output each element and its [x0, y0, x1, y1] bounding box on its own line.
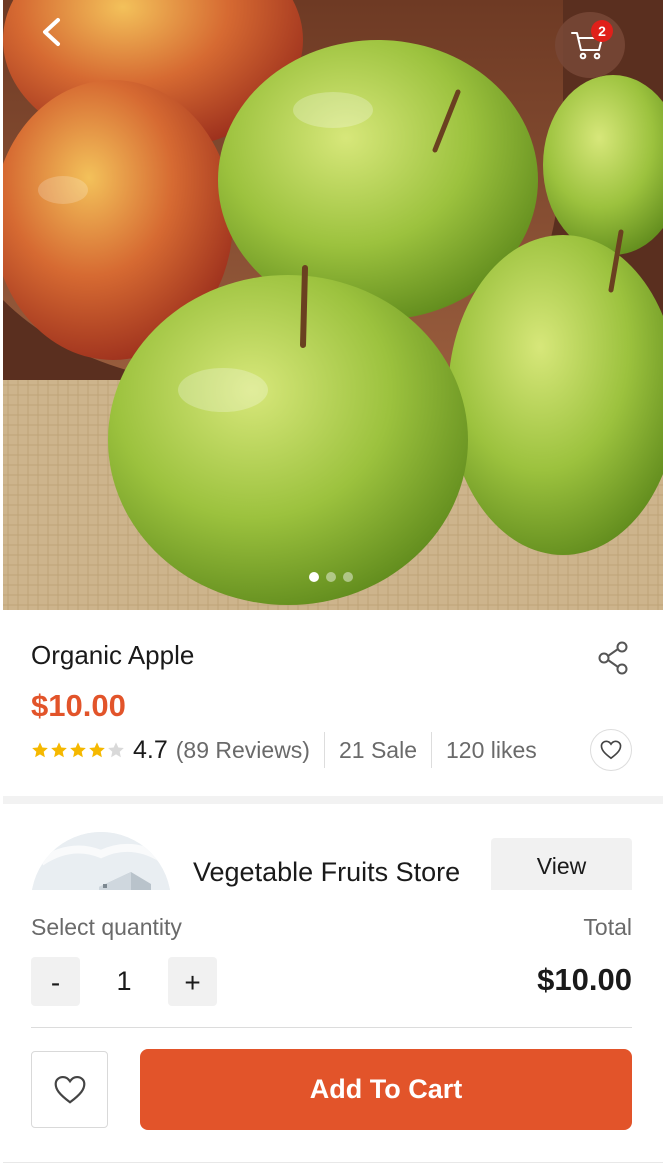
product-image-gallery[interactable]: 2 — [3, 0, 663, 610]
carousel-dot[interactable] — [343, 572, 353, 582]
quantity-value: 1 — [116, 966, 132, 996]
rating-value: 4.7 — [133, 735, 168, 764]
bottom-edge — [3, 1162, 663, 1163]
share-icon — [598, 641, 628, 675]
divider — [31, 1027, 632, 1028]
view-store-button[interactable]: View — [491, 838, 632, 890]
carousel-indicator — [309, 572, 353, 582]
heart-icon — [600, 740, 622, 760]
star-empty-icon — [108, 742, 124, 758]
carousel-dot[interactable] — [326, 572, 336, 582]
add-to-cart-button[interactable]: Add To Cart — [140, 1049, 632, 1130]
total-label: Total — [583, 914, 632, 940]
increase-quantity-button[interactable]: + — [168, 957, 217, 1006]
likes-count: 120 likes — [446, 736, 537, 763]
product-meta: 4.7 (89 Reviews) 21 Sale 120 likes — [31, 732, 537, 768]
quantity-label: Select quantity — [31, 914, 182, 940]
reviews-link[interactable]: (89 Reviews) — [176, 737, 310, 764]
chevron-left-icon — [43, 18, 60, 46]
product-title: Organic Apple — [31, 640, 195, 670]
store-name[interactable]: Vegetable Fruits Store — [193, 857, 460, 888]
decrease-quantity-button[interactable]: - — [31, 957, 80, 1006]
store-building-image — [31, 832, 171, 890]
heart-icon — [54, 1075, 85, 1104]
product-price: $10.00 — [31, 688, 126, 723]
star-filled-icon — [51, 742, 67, 758]
cart-count-badge: 2 — [591, 20, 613, 42]
store-avatar[interactable] — [31, 832, 171, 890]
sales-count: 21 Sale — [338, 736, 417, 763]
share-button[interactable] — [596, 640, 632, 676]
apple-photo — [3, 0, 663, 610]
wishlist-button[interactable] — [31, 1051, 108, 1128]
star-filled-icon — [70, 742, 86, 758]
carousel-dot[interactable] — [309, 572, 319, 582]
divider — [323, 732, 325, 768]
total-price: $10.00 — [537, 962, 632, 997]
star-rating — [31, 741, 125, 759]
section-divider — [3, 796, 663, 804]
cart-button[interactable]: 2 — [555, 12, 625, 78]
like-button[interactable] — [590, 729, 632, 771]
back-button[interactable] — [33, 12, 73, 52]
divider — [431, 732, 432, 768]
star-filled-icon — [89, 742, 105, 758]
star-filled-icon — [32, 742, 48, 758]
